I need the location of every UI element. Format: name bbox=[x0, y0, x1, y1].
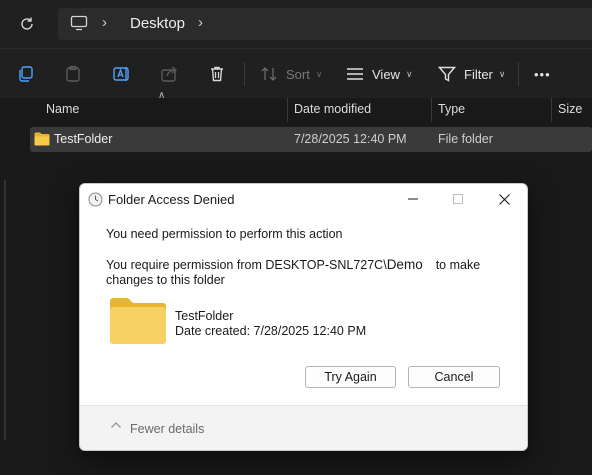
breadcrumb-desktop[interactable]: Desktop bbox=[130, 15, 185, 32]
trash-icon bbox=[211, 66, 223, 82]
view-icon bbox=[347, 68, 363, 80]
paste-button[interactable] bbox=[64, 61, 82, 87]
sort-button[interactable]: Sort ∨ bbox=[260, 61, 322, 87]
permission-user: Demo bbox=[386, 257, 423, 272]
folder-icon bbox=[110, 298, 166, 344]
chevron-right-icon[interactable]: › bbox=[102, 14, 107, 31]
maximize-button[interactable] bbox=[443, 187, 473, 211]
folder-name: TestFolder bbox=[175, 309, 234, 323]
rename-button[interactable] bbox=[112, 61, 132, 87]
file-date: 7/28/2025 12:40 PM bbox=[294, 132, 407, 146]
share-icon bbox=[161, 66, 178, 82]
view-label: View bbox=[372, 66, 400, 82]
paste-icon bbox=[66, 65, 80, 82]
address-box[interactable]: › Desktop › bbox=[58, 8, 592, 40]
more-button[interactable]: ••• bbox=[534, 61, 551, 87]
column-separator[interactable] bbox=[287, 98, 288, 122]
dialog-title: Folder Access Denied bbox=[108, 192, 235, 207]
filter-label: Filter bbox=[464, 66, 493, 82]
permission-message: You need permission to perform this acti… bbox=[106, 227, 343, 241]
clock-icon bbox=[88, 192, 103, 207]
this-pc-icon bbox=[70, 15, 88, 31]
column-type[interactable]: Type bbox=[438, 102, 465, 116]
sort-label: Sort bbox=[286, 66, 310, 82]
cancel-button[interactable]: Cancel bbox=[408, 366, 500, 388]
column-size[interactable]: Size bbox=[558, 102, 582, 116]
column-name[interactable]: Name bbox=[46, 102, 79, 116]
chevron-down-icon: ∨ bbox=[405, 68, 413, 79]
permission-detail: You require permission from DESKTOP-SNL7… bbox=[106, 257, 486, 288]
sort-icon bbox=[261, 67, 277, 81]
filter-icon bbox=[438, 66, 456, 82]
filter-button[interactable]: Filter ∨ bbox=[438, 61, 505, 87]
column-headers: ∧ Name Date modified Type Size bbox=[0, 90, 592, 122]
maximize-icon bbox=[453, 194, 463, 204]
address-bar-row: › Desktop › bbox=[0, 0, 592, 48]
refresh-button[interactable] bbox=[14, 12, 40, 36]
file-type: File folder bbox=[438, 132, 493, 146]
chevron-up-icon[interactable] bbox=[110, 420, 122, 430]
chevron-right-icon[interactable]: › bbox=[198, 14, 203, 31]
folder-icon bbox=[34, 132, 50, 146]
minimize-icon bbox=[408, 198, 418, 200]
view-button[interactable]: View ∨ bbox=[346, 61, 413, 87]
column-separator[interactable] bbox=[431, 98, 432, 122]
permission-detail-prefix: You require permission from DESKTOP-SNL7… bbox=[106, 258, 387, 272]
file-name: TestFolder bbox=[54, 132, 113, 146]
chevron-down-icon: ∨ bbox=[498, 68, 506, 79]
table-row[interactable]: TestFolder 7/28/2025 12:40 PM File folde… bbox=[30, 127, 592, 152]
column-separator[interactable] bbox=[551, 98, 552, 122]
delete-button[interactable] bbox=[208, 61, 226, 87]
toolbar-divider bbox=[244, 62, 245, 86]
fewer-details-link[interactable]: Fewer details bbox=[130, 422, 204, 436]
copy-button[interactable] bbox=[17, 61, 35, 87]
minimize-button[interactable] bbox=[398, 187, 428, 211]
refresh-icon bbox=[21, 17, 33, 30]
column-date-modified[interactable]: Date modified bbox=[294, 102, 371, 116]
command-bar: Sort ∨ View ∨ Filter ∨ ••• bbox=[0, 48, 592, 100]
close-icon bbox=[498, 193, 510, 205]
navigation-pane-edge bbox=[4, 180, 6, 440]
try-again-button[interactable]: Try Again bbox=[305, 366, 396, 388]
dialog-footer: Fewer details bbox=[80, 405, 527, 450]
copy-icon bbox=[19, 66, 33, 82]
more-icon: ••• bbox=[534, 66, 551, 82]
sort-ascending-icon: ∧ bbox=[158, 90, 166, 101]
rename-icon bbox=[113, 67, 129, 81]
chevron-down-icon: ∨ bbox=[315, 68, 323, 79]
folder-access-denied-dialog: Folder Access Denied You need permission… bbox=[79, 183, 528, 451]
close-button[interactable] bbox=[489, 187, 519, 211]
folder-date-created: Date created: 7/28/2025 12:40 PM bbox=[175, 324, 367, 338]
share-button[interactable] bbox=[160, 61, 178, 87]
toolbar-divider bbox=[518, 62, 519, 86]
